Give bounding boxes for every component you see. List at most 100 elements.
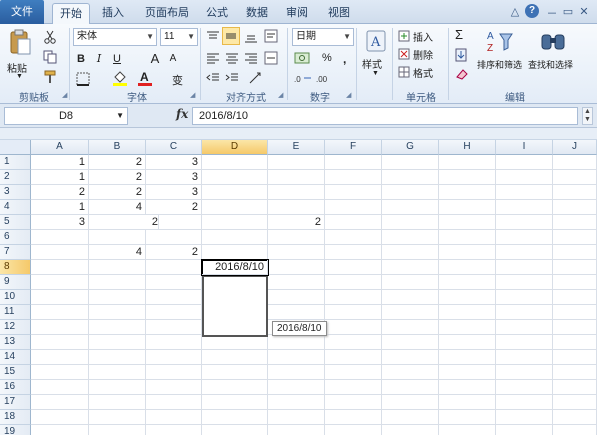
column-header-h[interactable]: H [439,140,496,155]
align-left-icon[interactable] [206,52,220,64]
cell-e14[interactable] [268,350,325,365]
number-launcher-icon[interactable]: ◢ [346,91,351,99]
phonetic-guide-button[interactable]: 变 [172,72,183,88]
cell-h3[interactable] [439,185,496,200]
cell-e13[interactable] [268,335,325,350]
cell-h19[interactable] [439,425,496,435]
row-header-15[interactable]: 15 [0,365,31,380]
cell-f10[interactable] [325,290,382,305]
column-header-b[interactable]: B [89,140,146,155]
cell-i15[interactable] [496,365,553,380]
worksheet-grid[interactable]: A B C D E F G H I J 1 1 2 3 2 1 2 3 3 2 2 3 4 1 4 2 5 3 2 2 6 7 4 2 8 2016/… [0,140,597,435]
cell-b17[interactable] [89,395,146,410]
cell-h16[interactable] [439,380,496,395]
tab-home[interactable]: 开始 [52,3,90,25]
cell-j8[interactable] [553,260,597,275]
tab-data[interactable]: 数据 [240,3,274,24]
cell-f11[interactable] [325,305,382,320]
cell-e5[interactable]: 2 [268,215,325,230]
cell-e6[interactable] [268,230,325,245]
cell-h4[interactable] [439,200,496,215]
cell-a2[interactable]: 1 [31,170,89,185]
alignment-launcher-icon[interactable]: ◢ [278,91,283,99]
cell-b13[interactable] [89,335,146,350]
cell-f19[interactable] [325,425,382,435]
cell-i3[interactable] [496,185,553,200]
cell-j13[interactable] [553,335,597,350]
number-format-combo[interactable]: 日期 ▼ [292,28,354,46]
cell-g18[interactable] [382,410,439,425]
cell-h7[interactable] [439,245,496,260]
tab-page-layout[interactable]: 页面布局 [138,3,196,24]
cell-d8[interactable]: 2016/8/10 [202,260,268,275]
tab-formulas[interactable]: 公式 [200,3,234,24]
cell-i5[interactable] [496,215,553,230]
cell-d18[interactable] [202,410,268,425]
cell-i8[interactable] [496,260,553,275]
row-header-5[interactable]: 5 [0,215,31,230]
cell-j10[interactable] [553,290,597,305]
cell-c18[interactable] [146,410,202,425]
row-header-8[interactable]: 8 [0,260,31,275]
increase-indent-icon[interactable] [225,72,239,84]
wrap-text-icon[interactable] [264,29,278,43]
cell-e4[interactable] [268,200,325,215]
cell-a5[interactable]: 3 [31,215,89,230]
cell-f3[interactable] [325,185,382,200]
cell-h17[interactable] [439,395,496,410]
cell-a10[interactable] [31,290,89,305]
cell-b7[interactable]: 4 [89,245,146,260]
cell-d7[interactable] [202,245,268,260]
cell-e10[interactable] [268,290,325,305]
cell-j16[interactable] [553,380,597,395]
cell-a14[interactable] [31,350,89,365]
cell-c2[interactable]: 3 [146,170,202,185]
cell-j7[interactable] [553,245,597,260]
borders-icon[interactable] [76,72,90,86]
cell-c13[interactable] [146,335,202,350]
align-right-icon[interactable] [244,52,258,64]
cell-d4[interactable] [202,200,268,215]
cell-e19[interactable] [268,425,325,435]
tab-review[interactable]: 审阅 [280,3,314,24]
cell-j6[interactable] [553,230,597,245]
cell-c10[interactable] [146,290,202,305]
cell-i10[interactable] [496,290,553,305]
cell-g2[interactable] [382,170,439,185]
cell-g14[interactable] [382,350,439,365]
cell-d19[interactable] [202,425,268,435]
font-size-combo[interactable]: 11 ▼ [160,28,198,46]
cell-g16[interactable] [382,380,439,395]
cell-j17[interactable] [553,395,597,410]
cell-f18[interactable] [325,410,382,425]
cell-d17[interactable] [202,395,268,410]
cell-f1[interactable] [325,155,382,170]
cell-c11[interactable] [146,305,202,320]
bold-button[interactable]: B [72,50,90,68]
percent-style-button[interactable]: % [322,52,332,64]
cell-c14[interactable] [146,350,202,365]
column-header-g[interactable]: G [382,140,439,155]
cell-i16[interactable] [496,380,553,395]
cell-g7[interactable] [382,245,439,260]
cell-g8[interactable] [382,260,439,275]
cell-j18[interactable] [553,410,597,425]
cell-a9[interactable] [31,275,89,290]
cell-d15[interactable] [202,365,268,380]
cell-a18[interactable] [31,410,89,425]
cell-edit-area[interactable] [202,275,268,337]
row-header-12[interactable]: 12 [0,320,31,335]
cell-c9[interactable] [146,275,202,290]
cell-f6[interactable] [325,230,382,245]
cell-b11[interactable] [89,305,146,320]
cell-g15[interactable] [382,365,439,380]
tab-file[interactable]: 文件 [0,0,44,24]
cell-d1[interactable] [202,155,268,170]
cell-j9[interactable] [553,275,597,290]
name-box[interactable]: D8 ▼ [4,107,128,125]
cell-h9[interactable] [439,275,496,290]
cell-i12[interactable] [496,320,553,335]
cell-f9[interactable] [325,275,382,290]
cell-i9[interactable] [496,275,553,290]
cell-g9[interactable] [382,275,439,290]
